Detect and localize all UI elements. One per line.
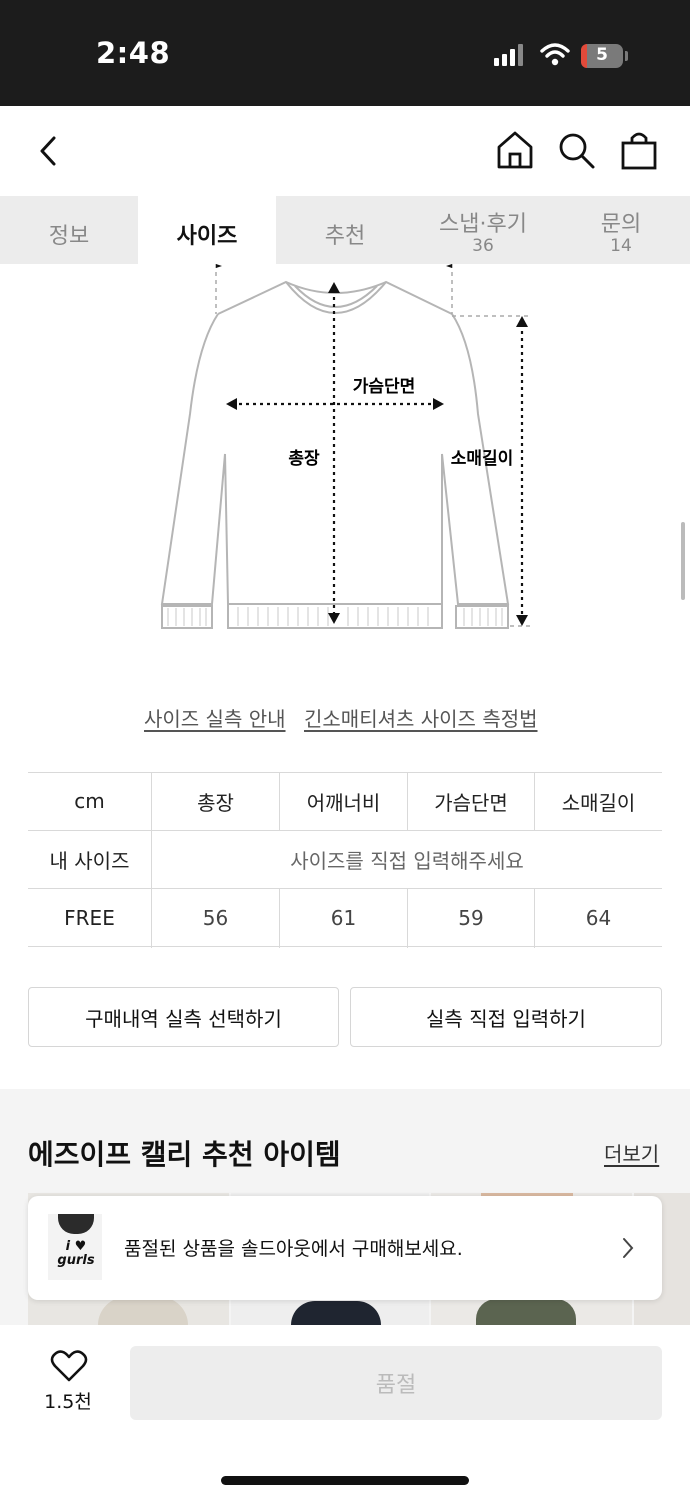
table-cell: 56 [202,906,229,930]
table-header-unit: cm [74,789,105,813]
tab-count: 14 [610,236,632,256]
battery-icon: 5 [581,44,623,68]
tab-count: 36 [472,236,494,256]
thumbnail-text: i ♥ gurls [57,1239,95,1268]
back-icon[interactable] [34,134,62,168]
tab-label: 사이즈 [176,224,238,249]
like-count: 1.5천 [44,1391,92,1413]
heart-icon[interactable] [50,1349,88,1383]
tab-qna[interactable]: 문의 14 [552,196,690,264]
sold-out-button[interactable]: 품절 [130,1346,662,1420]
see-more-link[interactable]: 더보기 [604,1138,659,1167]
measure-method-link[interactable]: 긴소매티셔츠 사이즈 측정법 [304,703,538,732]
tab-label: 문의 [600,212,642,237]
table-header: 소매길이 [561,790,636,815]
tab-label: 추천 [324,224,366,249]
size-table: cm 총장 어깨너비 가슴단면 소매길이 내 사이즈 사이즈를 직접 입력해주세… [28,772,662,948]
wifi-icon [540,43,570,66]
soldout-banner[interactable]: i ♥ gurls 품절된 상품을 솔드아웃에서 구매해보세요. [28,1196,662,1300]
tab-label: 정보 [48,224,90,249]
banner-text: 품절된 상품을 솔드아웃에서 구매해보세요. [124,1238,463,1260]
size-label: FREE [64,906,115,930]
search-icon[interactable] [558,132,596,170]
my-size-input[interactable]: 사이즈를 직접 입력해주세요 [152,831,662,888]
my-size-label: 내 사이즈 [49,849,130,873]
battery-tip [625,51,628,61]
size-guide-link[interactable]: 사이즈 실측 안내 [144,703,286,732]
length-label: 총장 [288,449,320,469]
size-diagram: 가슴단면 총장 소매길이 [160,264,530,629]
tab-bar: 정보 사이즈 추천 스냅·후기 36 문의 14 [0,196,690,264]
shopping-bag-icon[interactable] [620,130,658,170]
chest-label: 가슴단면 [353,377,416,397]
status-bar: 2:48 5 [0,0,690,106]
home-indicator [221,1476,469,1485]
top-nav [0,106,690,196]
tab-size[interactable]: 사이즈 [138,196,276,264]
status-time: 2:48 [96,36,171,70]
tab-label: 스냅·후기 [439,212,527,237]
banner-thumbnail: i ♥ gurls [48,1214,102,1280]
table-header: 가슴단면 [434,790,508,815]
scrollbar[interactable] [681,522,685,600]
select-purchase-history-button[interactable]: 구매내역 실측 선택하기 [28,987,339,1047]
recommend-title: 에즈이프 캘리 추천 아이템 [28,1138,341,1171]
tab-info[interactable]: 정보 [0,196,138,264]
battery-level: 5 [596,45,608,65]
table-cell: 64 [585,906,612,930]
sleeve-label: 소매길이 [451,449,514,469]
direct-input-button[interactable]: 실측 직접 입력하기 [350,987,662,1047]
home-icon[interactable] [496,130,534,170]
chevron-right-icon [623,1238,634,1258]
tab-recommend[interactable]: 추천 [276,196,414,264]
table-cell: 59 [458,906,484,930]
table-cell: 61 [330,906,357,930]
table-header: 총장 [197,790,234,815]
signal-icon [494,44,523,66]
table-header: 어깨너비 [306,790,381,815]
tab-snap-review[interactable]: 스냅·후기 36 [414,196,552,264]
